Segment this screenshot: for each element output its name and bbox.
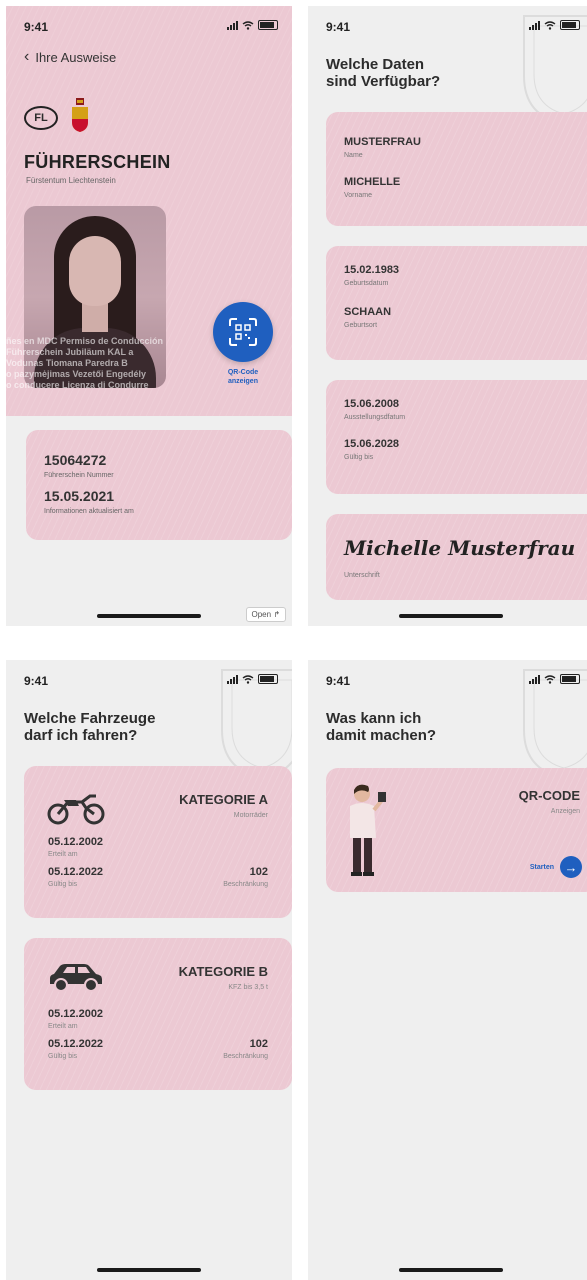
valid-label: Gültig bis (48, 881, 78, 888)
start-button[interactable]: Starten → (530, 856, 582, 878)
qr-scan-icon (229, 318, 257, 346)
category-a-card[interactable]: KATEGORIE A Motorräder 05.12.2002 Erteil… (24, 766, 292, 918)
status-time: 9:41 (24, 20, 49, 34)
birthdate-value: 15.02.1983 (344, 264, 400, 276)
issued-date: 05.12.2002 (48, 1008, 104, 1020)
signal-icon (529, 674, 540, 684)
document-title: FÜHRERSCHEIN (24, 152, 171, 172)
valid-until-value: 15.06.2028 (344, 438, 400, 450)
card-title: QR-CODE (518, 788, 580, 803)
issued-label: Erteilt am (48, 851, 78, 858)
qr-code-label[interactable]: QR-Code anzeigen (211, 368, 275, 386)
page-heading: Was kann ich damit machen? (326, 710, 437, 744)
birthplace-label: Geburtsort (344, 322, 378, 329)
signature: Michelle Musterfrau (344, 536, 576, 560)
valid-date: 05.12.2022 (48, 1038, 104, 1050)
license-info-card: 15064272 Führerschein Nummer 15.05.2021 … (26, 430, 292, 540)
firstname-value: MICHELLE (344, 176, 401, 188)
screen-available-data: 9:41 Welche Daten sind Verfügbar? MUSTERF… (308, 6, 587, 626)
person-illustration-icon (350, 784, 386, 876)
battery-icon (258, 20, 278, 30)
qr-code-action-card[interactable]: QR-CODE Anzeigen Starten → (326, 768, 587, 892)
category-title: KATEGORIE B (178, 964, 268, 979)
home-indicator (97, 614, 201, 618)
category-b-card[interactable]: KATEGORIE B KFZ bis 3,5 t 05.12.2002 Ert… (24, 938, 292, 1090)
page-heading: Welche Daten sind Verfügbar? (326, 56, 441, 90)
birthdate-label: Geburtsdatum (344, 280, 389, 287)
restriction-label: Beschränkung (223, 881, 268, 888)
name-card: MUSTERFRAU Name MICHELLE Vorname (326, 112, 587, 226)
updated-date: 15.05.2021 (44, 488, 115, 504)
start-label: Starten (529, 863, 554, 871)
surname-value: MUSTERFRAU (344, 136, 421, 148)
status-bar: 9:41 (308, 660, 587, 696)
motorcycle-icon (47, 794, 105, 825)
signature-card: Michelle Musterfrau Unterschrift (326, 514, 587, 600)
back-button[interactable]: ‹ Ihre Ausweise (24, 48, 116, 66)
restriction-label: Beschränkung (223, 1053, 268, 1060)
birth-card: 15.02.1983 Geburtsdatum SCHAAN Geburtsor… (326, 246, 587, 360)
page-heading: Welche Fahrzeuge darf ich fahren? (24, 710, 156, 744)
surname-label: Name (344, 152, 363, 159)
chevron-left-icon: ‹ (24, 48, 30, 65)
updated-label: Informationen aktualisiert am (44, 508, 134, 515)
issue-date-label: Ausstellungsdfatum (344, 414, 406, 421)
status-bar: 9:41 (308, 6, 587, 42)
battery-icon (258, 674, 278, 684)
status-time: 9:41 (24, 674, 49, 688)
home-indicator (399, 1268, 503, 1272)
document-subtitle: Fürstentum Liechtenstein (26, 176, 116, 185)
category-subtitle: Motorräder (233, 812, 268, 819)
battery-icon (560, 674, 580, 684)
restriction-value: 102 (249, 1038, 268, 1050)
birthplace-value: SCHAAN (344, 306, 392, 318)
wifi-icon (242, 20, 254, 30)
home-indicator (97, 1268, 201, 1272)
signal-icon (227, 674, 238, 684)
category-subtitle: KFZ bis 3,5 t (228, 984, 268, 991)
category-title: KATEGORIE A (179, 792, 268, 807)
signal-icon (529, 20, 540, 30)
license-number-label: Führerschein Nummer (44, 472, 114, 479)
wifi-icon (544, 674, 556, 684)
issued-label: Erteilt am (48, 1023, 78, 1030)
car-icon (50, 964, 102, 992)
signature-label: Unterschrift (344, 572, 380, 579)
country-badge: FL (24, 106, 58, 130)
open-button[interactable]: Open ↱ (245, 607, 286, 622)
wifi-icon (242, 674, 254, 684)
screen-license-overview: 9:41 ‹ Ihre Ausweise FL FÜHRERSCHEIN Für… (6, 6, 292, 626)
issue-card: 15.06.2008 Ausstellungsdfatum 15.06.2028… (326, 380, 587, 494)
show-qr-code-button[interactable] (213, 302, 273, 362)
signal-icon (227, 20, 238, 30)
valid-date: 05.12.2022 (48, 866, 104, 878)
wifi-icon (544, 20, 556, 30)
back-label: Ihre Ausweise (35, 49, 117, 65)
screen-vehicle-categories: 9:41 Welche Fahrzeuge darf ich fahren? KA… (6, 660, 292, 1280)
issue-date-value: 15.06.2008 (344, 398, 400, 410)
valid-until-label: Gültig bis (344, 454, 374, 461)
valid-label: Gültig bis (48, 1053, 78, 1060)
status-time: 9:41 (326, 20, 351, 34)
status-time: 9:41 (326, 674, 351, 688)
arrow-right-icon: → (560, 856, 582, 878)
issued-date: 05.12.2002 (48, 836, 104, 848)
status-bar: 9:41 (6, 660, 292, 696)
firstname-label: Vorname (344, 192, 373, 199)
status-bar: 9:41 (6, 6, 292, 42)
battery-icon (560, 20, 580, 30)
home-indicator (399, 614, 503, 618)
card-subtitle: Anzeigen (550, 808, 580, 815)
screen-actions: 9:41 Was kann ich damit machen? QR-CODE A… (308, 660, 587, 1280)
license-number: 15064272 (44, 452, 107, 468)
restriction-value: 102 (249, 866, 268, 878)
coat-of-arms-icon (72, 98, 88, 132)
